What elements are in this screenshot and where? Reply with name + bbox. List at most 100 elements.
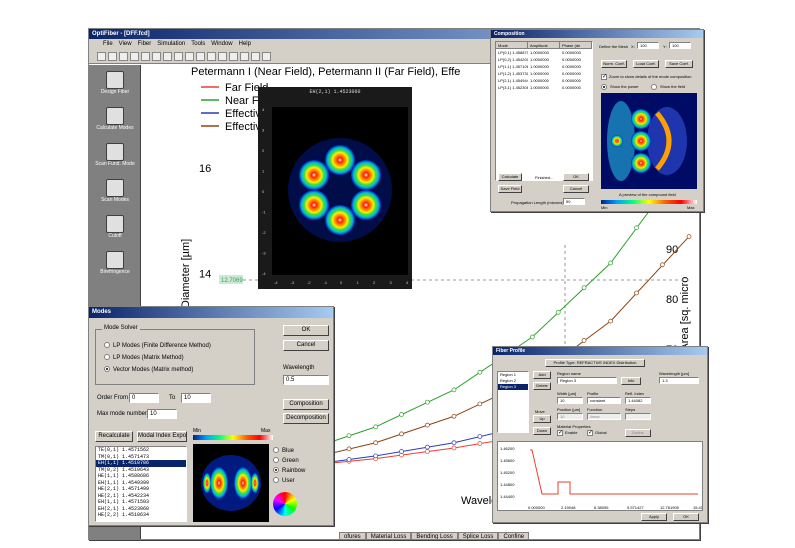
- menu-window[interactable]: Window: [211, 39, 232, 50]
- profile-type-button[interactable]: Profile Type: REFRACTIVE INDEX Distribut…: [545, 359, 645, 367]
- solver-option-label: Vector Modes (Matrix method): [113, 367, 194, 373]
- position-input[interactable]: 10: [557, 413, 583, 420]
- solver-option-0[interactable]: LP Modes (Finite Difference Method): [104, 340, 211, 352]
- width-input[interactable]: 10: [557, 397, 583, 404]
- norm-coef-button[interactable]: Norm. Coef.: [601, 60, 627, 68]
- solver-option-2[interactable]: Vector Modes (Matrix method): [104, 364, 211, 376]
- comp-cancel-button[interactable]: Cancel: [563, 185, 589, 193]
- toolbar-button-icon[interactable]: [141, 52, 150, 61]
- down-button[interactable]: Down: [533, 427, 551, 435]
- save-coef-button[interactable]: Save Coef.: [665, 60, 693, 68]
- toolbar-button-icon[interactable]: [97, 52, 106, 61]
- color-option-user[interactable]: User: [273, 476, 305, 486]
- steps-label: Steps: [625, 407, 636, 412]
- tab-3[interactable]: Splice Loss: [457, 532, 499, 539]
- prop-length-input[interactable]: 50: [563, 198, 585, 205]
- sidebar-item-3[interactable]: Scan Modes: [89, 179, 141, 213]
- modes-cancel-button[interactable]: Cancel: [283, 340, 329, 351]
- global-checkbox[interactable]: ✓ Global: [587, 430, 607, 436]
- toolbar-button-icon[interactable]: [185, 52, 194, 61]
- region-list[interactable]: Region 1 Region 2 Region 3: [497, 371, 529, 433]
- zoom-checkbox[interactable]: ✓ Zoom to show details of the mode compos…: [601, 74, 692, 80]
- tab-0[interactable]: ofures: [339, 532, 366, 539]
- add-button[interactable]: Add: [533, 371, 551, 379]
- modal-index-export-button[interactable]: Modal Index Export: [137, 431, 187, 442]
- sidebar-item-1[interactable]: Calculate Modes: [89, 107, 141, 141]
- color-option-green[interactable]: Green: [273, 456, 305, 466]
- order-from-input[interactable]: 0: [129, 393, 159, 403]
- toolbar-button-icon[interactable]: [108, 52, 117, 61]
- toolbar-button-icon[interactable]: [119, 52, 128, 61]
- modes-list[interactable]: TE(0,1) 1.4571562 TM(0,1) 1.4571473 EH(1,1…: [95, 446, 187, 522]
- menu-fiber[interactable]: Fiber: [138, 39, 152, 50]
- color-wheel-icon[interactable]: [273, 492, 297, 516]
- menu-file[interactable]: File: [103, 39, 113, 50]
- toolbar-button-icon[interactable]: [130, 52, 139, 61]
- sidebar-item-0[interactable]: Design Fiber: [89, 71, 141, 105]
- calculate-button[interactable]: Calculate: [498, 173, 522, 181]
- cursor-label: 12.7069: [221, 278, 243, 284]
- refl-index-input[interactable]: 1.44082: [625, 397, 651, 404]
- up-button[interactable]: Up: [533, 415, 551, 423]
- field-xtick: -3: [291, 280, 295, 285]
- mode-list-item[interactable]: HE(2,2) 1.4510634: [96, 512, 186, 519]
- data-point: [634, 225, 639, 231]
- recalculate-button[interactable]: Recalculate: [95, 431, 133, 442]
- enable-checkbox[interactable]: ✓ Enable: [557, 430, 577, 436]
- decomposition-button[interactable]: Decomposition: [283, 413, 329, 424]
- info-button[interactable]: Info: [621, 377, 641, 385]
- mesh-y-input[interactable]: 100: [669, 42, 691, 49]
- toolbar-button-icon[interactable]: [152, 52, 161, 61]
- show-field-radio[interactable]: Show the field: [651, 84, 685, 90]
- toolbar-button-icon[interactable]: [163, 52, 172, 61]
- tab-2[interactable]: Bending Loss: [411, 532, 458, 539]
- profile-wavelength-input[interactable]: 1.3: [659, 377, 699, 384]
- toolbar-button-icon[interactable]: [229, 52, 238, 61]
- menu-help[interactable]: Help: [239, 39, 251, 50]
- region-item[interactable]: Region 3: [498, 384, 528, 390]
- toolbar-button-icon[interactable]: [174, 52, 183, 61]
- wavelength-input[interactable]: 0.5: [283, 375, 329, 385]
- toolbar-button-icon[interactable]: [240, 52, 249, 61]
- sidebar-item-4[interactable]: Cutoff: [89, 215, 141, 249]
- menu-tools[interactable]: Tools: [191, 39, 205, 50]
- sidebar-item-5[interactable]: Birefringence: [89, 251, 141, 285]
- apply-button[interactable]: Apply: [641, 513, 667, 521]
- tab-1[interactable]: Material Loss: [365, 532, 412, 539]
- load-coef-button[interactable]: Load Coef.: [633, 60, 659, 68]
- delete-button[interactable]: Delete: [533, 382, 551, 390]
- menu-simulation[interactable]: Simulation: [157, 39, 185, 50]
- comp-row[interactable]: LP(2,1) 1.4549445 1.0000000 0.0000000: [496, 77, 592, 84]
- comp-ok-button[interactable]: OK: [563, 173, 589, 181]
- tab-4[interactable]: Confine: [498, 532, 530, 539]
- profile-select[interactable]: constant: [587, 397, 621, 404]
- function-select[interactable]: linear: [587, 413, 621, 420]
- comp-row[interactable]: LP(0,2) 1.4542006 1.0000000 0.0000000: [496, 56, 592, 63]
- solver-option-1[interactable]: LP Modes (Matrix Method): [104, 352, 211, 364]
- color-option-rainbow[interactable]: Rainbow: [273, 466, 305, 476]
- mesh-x-input[interactable]: 100: [637, 42, 659, 49]
- comp-row[interactable]: LP(1,1) 1.4571062 1.0000000 0.0000000: [496, 63, 592, 70]
- profile-ok-button[interactable]: OK: [673, 513, 699, 521]
- toolbar-button-icon[interactable]: [262, 52, 271, 61]
- modes-ok-button[interactable]: OK: [283, 325, 329, 336]
- max-mode-input[interactable]: 10: [147, 409, 177, 419]
- region-name-input[interactable]: Region 3: [557, 377, 617, 384]
- toolbar-button-icon[interactable]: [218, 52, 227, 61]
- steps-input[interactable]: [625, 413, 651, 420]
- composition-button[interactable]: Composition: [283, 399, 329, 410]
- show-power-radio[interactable]: Show the power: [601, 84, 639, 90]
- comp-row[interactable]: LP(1,2) 1.4537316 1.0000000 0.0000000: [496, 70, 592, 77]
- toolbar-button-icon[interactable]: [196, 52, 205, 61]
- define-button[interactable]: Define: [625, 429, 651, 437]
- comp-row[interactable]: LP(3,1) 1.4523062 1.0000000 0.0000000: [496, 84, 592, 91]
- order-to-input[interactable]: 10: [181, 393, 211, 403]
- color-option-blue[interactable]: Blue: [273, 446, 305, 456]
- field-lobe: [299, 190, 330, 220]
- toolbar-button-icon[interactable]: [207, 52, 216, 61]
- sidebar-item-2[interactable]: Scan Fund. Mode: [89, 143, 141, 177]
- save-field-button[interactable]: Save Field: [498, 185, 522, 193]
- comp-row[interactable]: LP(0,1) 1.4588708 1.0000000 0.0000000: [496, 49, 592, 56]
- toolbar-button-icon[interactable]: [251, 52, 260, 61]
- menu-view[interactable]: View: [119, 39, 132, 50]
